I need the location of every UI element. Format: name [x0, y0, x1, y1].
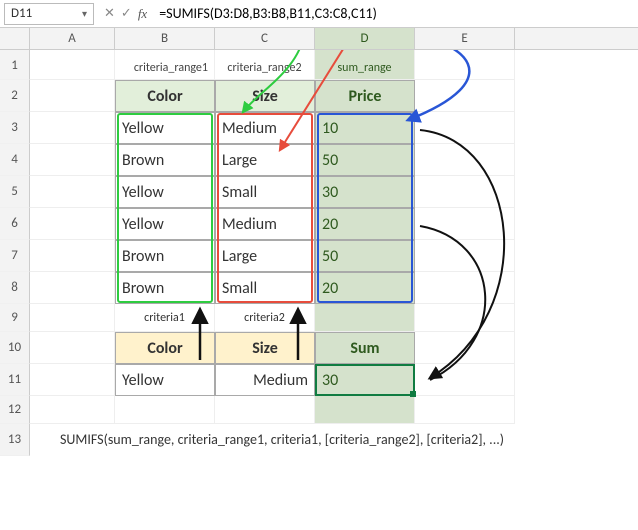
label-criteria-range1[interactable]: criteria_range1 [115, 50, 215, 80]
cell[interactable]: Small [215, 176, 315, 208]
row-11: 11 Yellow Medium 30 [0, 364, 638, 396]
row-9: 9 criteria1 criteria2 [0, 304, 638, 332]
row-4: 4 Brown Large 50 [0, 144, 638, 176]
th2-size[interactable]: Size [215, 332, 315, 364]
col-header-D[interactable]: D [315, 28, 415, 49]
select-all-corner[interactable] [0, 28, 30, 49]
row-7: 7 Brown Large 50 [0, 240, 638, 272]
cell[interactable]: Brown [115, 272, 215, 304]
criteria1-cell[interactable]: Yellow [115, 364, 215, 396]
row-header[interactable]: 3 [0, 112, 30, 144]
cell[interactable]: 20 [315, 272, 415, 304]
label-sum-range[interactable]: sum_range [315, 50, 415, 80]
row-header[interactable]: 5 [0, 176, 30, 208]
sumifs-syntax[interactable]: SUMIFS(sum_range, criteria_range1, crite… [30, 424, 530, 456]
cell[interactable]: Yellow [115, 176, 215, 208]
row-header[interactable]: 1 [0, 50, 30, 80]
cancel-icon[interactable]: ✕ [104, 6, 115, 21]
row-8: 8 Brown Small 20 [0, 272, 638, 304]
row-12: 12 [0, 396, 638, 424]
row-header[interactable]: 7 [0, 240, 30, 272]
row-header[interactable]: 12 [0, 396, 30, 424]
cell[interactable]: 20 [315, 208, 415, 240]
row-header[interactable]: 9 [0, 304, 30, 332]
cell[interactable]: 30 [315, 176, 415, 208]
label-criteria-range2[interactable]: criteria_range2 [215, 50, 315, 80]
col-header-C[interactable]: C [215, 28, 315, 49]
cell[interactable]: Yellow [115, 208, 215, 240]
row-header[interactable]: 11 [0, 364, 30, 396]
row-header[interactable]: 10 [0, 332, 30, 364]
row-header[interactable]: 13 [0, 424, 30, 456]
name-box[interactable]: D11 ▾ [4, 3, 94, 25]
sum-result-cell[interactable]: 30 [315, 364, 415, 396]
formula-bar: D11 ▾ ✕ ✓ fx [0, 0, 638, 28]
cell[interactable]: Medium [215, 112, 315, 144]
th2-color[interactable]: Color [115, 332, 215, 364]
cell[interactable]: Brown [115, 144, 215, 176]
accept-icon[interactable]: ✓ [121, 6, 132, 21]
th-price[interactable]: Price [315, 80, 415, 112]
cell[interactable]: Small [215, 272, 315, 304]
label-criteria1[interactable]: criteria1 [115, 304, 215, 332]
row-header[interactable]: 2 [0, 80, 30, 112]
cell[interactable]: Large [215, 240, 315, 272]
name-box-value: D11 [11, 6, 32, 21]
row-5: 5 Yellow Small 30 [0, 176, 638, 208]
cell[interactable]: 50 [315, 240, 415, 272]
label-criteria2[interactable]: criteria2 [215, 304, 315, 332]
row-6: 6 Yellow Medium 20 [0, 208, 638, 240]
row-header[interactable]: 6 [0, 208, 30, 240]
cell[interactable]: Large [215, 144, 315, 176]
grid: 1 criteria_range1 criteria_range2 sum_ra… [0, 50, 638, 456]
row-header[interactable]: 8 [0, 272, 30, 304]
col-header-A[interactable]: A [30, 28, 115, 49]
cell[interactable]: Yellow [115, 112, 215, 144]
th-color[interactable]: Color [115, 80, 215, 112]
row-1: 1 criteria_range1 criteria_range2 sum_ra… [0, 50, 638, 80]
row-2: 2 Color Size Price [0, 80, 638, 112]
cell[interactable]: Brown [115, 240, 215, 272]
row-13: 13 SUMIFS(sum_range, criteria_range1, cr… [0, 424, 638, 456]
fx-icon[interactable]: fx [138, 6, 147, 22]
row-10: 10 Color Size Sum [0, 332, 638, 364]
cell[interactable]: Medium [215, 208, 315, 240]
row-3: 3 Yellow Medium 10 [0, 112, 638, 144]
formula-input[interactable] [157, 5, 638, 22]
th2-sum[interactable]: Sum [315, 332, 415, 364]
cell[interactable]: 10 [315, 112, 415, 144]
th-size[interactable]: Size [215, 80, 315, 112]
row-header[interactable]: 4 [0, 144, 30, 176]
sheet-area: A B C D E 1 criteria_range1 criteria_ran… [0, 28, 638, 456]
column-headers: A B C D E [0, 28, 638, 50]
col-header-E[interactable]: E [415, 28, 515, 49]
formula-controls: ✕ ✓ fx [104, 6, 147, 22]
criteria2-cell[interactable]: Medium [215, 364, 315, 396]
chevron-down-icon[interactable]: ▾ [82, 7, 87, 20]
cell[interactable]: 50 [315, 144, 415, 176]
col-header-B[interactable]: B [115, 28, 215, 49]
